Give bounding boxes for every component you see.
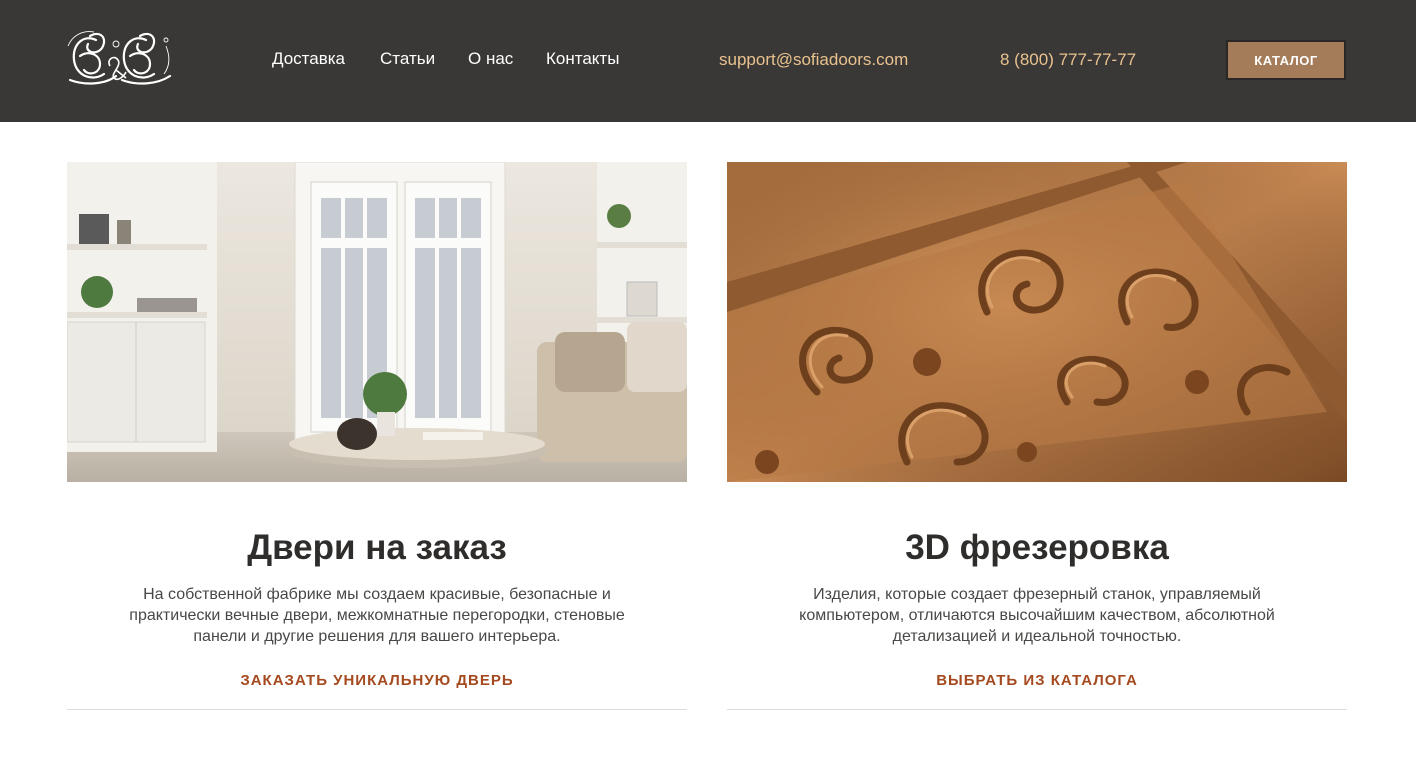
choose-catalog-link[interactable]: ВЫБРАТЬ ИЗ КАТАЛОГА [727,672,1347,689]
card-description: Изделия, которые создает фрезерный стано… [799,586,1275,645]
card-title: Двери на заказ [247,528,507,567]
nav-articles[interactable]: Статьи [380,49,435,69]
card-description: На собственной фабрике мы создаем красив… [129,586,625,645]
nav-about[interactable]: О нас [468,49,513,69]
card-title: 3D фрезеровка [905,528,1169,567]
catalog-button[interactable]: КАТАЛОГ [1226,40,1346,80]
service-card-milling: 3D фрезеровка Изделия, которые создает ф… [727,162,1347,710]
service-card-doors: Двери на заказ На собственной фабрике мы… [67,162,687,710]
nav-delivery[interactable]: Доставка [272,49,345,69]
nav-contacts[interactable]: Контакты [546,49,619,69]
brand-logo[interactable] [66,26,176,90]
phone-link[interactable]: 8 (800) 777-77-77 [1000,50,1136,70]
email-link[interactable]: support@sofiadoors.com [719,50,908,70]
divider [727,709,1347,710]
order-door-link[interactable]: ЗАКАЗАТЬ УНИКАЛЬНУЮ ДВЕРЬ [67,672,687,689]
site-header: Доставка Статьи О нас Контакты support@s… [0,0,1416,122]
interior-doors-photo [67,162,687,482]
divider [67,709,687,710]
carved-wood-photo [727,162,1347,482]
